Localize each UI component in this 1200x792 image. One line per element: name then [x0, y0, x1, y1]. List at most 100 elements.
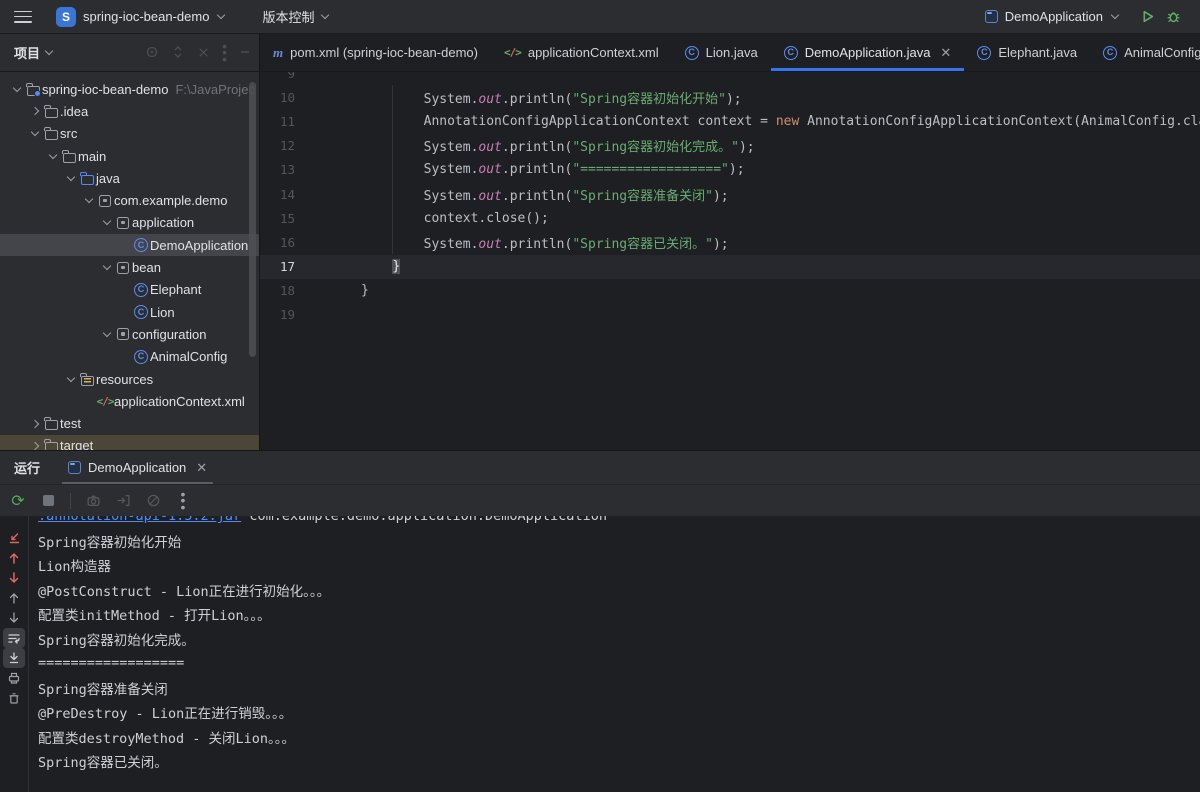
chevron-right-icon[interactable]	[30, 419, 40, 428]
tree-item-Lion[interactable]: C Lion	[0, 301, 259, 323]
chevron-down-icon[interactable]	[66, 172, 76, 182]
attach-debugger-button[interactable]	[111, 489, 135, 513]
chevron-right-icon[interactable]	[30, 441, 40, 450]
tree-item-target[interactable]: target	[0, 434, 259, 450]
chevron-down-icon[interactable]	[102, 261, 112, 271]
tree-item-main[interactable]: main	[0, 145, 259, 167]
code-editor[interactable]: 9 10 System.out.println("Spring容器初始化开始");…	[260, 72, 1200, 450]
console-line-5: 配置类initMethod - 打开Lion。。。	[38, 602, 1200, 627]
chevron-down-icon[interactable]	[84, 194, 94, 204]
chevron-down-icon[interactable]	[102, 217, 112, 226]
thread-dump-button[interactable]	[81, 489, 105, 513]
console-line-10: 配置类destroyMethod - 关闭Lion。。。	[38, 725, 1200, 750]
tab-label: applicationContext.xml	[527, 45, 659, 60]
hide-panel-icon[interactable]	[239, 46, 251, 58]
editor-tab-Elephant.java[interactable]: C Elephant.java	[964, 34, 1090, 71]
code-line-14[interactable]: 14 System.out.println("Spring容器准备关闭");	[260, 182, 1200, 206]
tree-item-spring-ioc-bean-demo[interactable]: spring-ioc-bean-demo F:\JavaProjec	[0, 78, 259, 100]
code-line-18[interactable]: 18}	[260, 279, 1200, 303]
tree-item-DemoApplication[interactable]: C DemoApplication	[0, 234, 259, 257]
code-segment-keyword: new	[775, 113, 800, 129]
line-number: 18	[279, 283, 295, 299]
code-line-9[interactable]: 9	[260, 72, 1200, 85]
tree-path-suffix: F:\JavaProjec	[175, 81, 255, 97]
code-segment: Spring容器准备关闭	[38, 681, 168, 698]
tree-item-com.example.demo[interactable]: com.example.demo	[0, 189, 259, 211]
code-line-12[interactable]: 12 System.out.println("Spring容器初始化完成。");	[260, 134, 1200, 158]
code-text: System.out.println("Spring容器已关闭。");	[361, 233, 729, 252]
code-line-13[interactable]: 13 System.out.println("=================…	[260, 158, 1200, 182]
print-button[interactable]	[3, 668, 25, 688]
tree-item-src[interactable]: src	[0, 123, 259, 145]
close-icon[interactable]: ✕	[196, 460, 207, 476]
collapse-all-icon[interactable]	[197, 46, 210, 59]
line-number: 16	[279, 234, 295, 250]
tree-scrollbar[interactable]	[249, 82, 256, 357]
chevron-down-icon[interactable]	[12, 83, 22, 92]
more-options-button[interactable]: • • •	[171, 487, 195, 514]
prev-error-button[interactable]	[3, 548, 25, 568]
expand-collapse-icon[interactable]	[171, 45, 185, 59]
tree-item-resources[interactable]: resources	[0, 368, 259, 390]
stop-button[interactable]	[36, 489, 60, 513]
line-number: 11	[279, 113, 295, 129]
chevron-right-icon[interactable]	[30, 107, 40, 116]
code-line-17[interactable]: 17 }	[260, 254, 1200, 279]
soft-wrap-button[interactable]	[3, 628, 25, 648]
code-text: }	[361, 283, 369, 298]
tree-label: DemoApplication	[150, 237, 249, 253]
editor-tab-pom.xml-spring-ioc-bean-demo-[interactable]: m pom.xml (spring-ioc-bean-demo)	[260, 34, 491, 71]
chevron-down-icon[interactable]	[102, 328, 112, 338]
close-icon[interactable]: ✕	[940, 45, 951, 61]
clear-console-button[interactable]	[3, 688, 25, 708]
next-error-button[interactable]	[3, 568, 25, 588]
prev-occurrence-button[interactable]	[3, 588, 25, 608]
chevron-down-icon[interactable]	[48, 150, 58, 159]
run-tab[interactable]: DemoApplication ✕	[62, 451, 214, 484]
jump-to-bottom-button[interactable]	[3, 528, 25, 548]
editor-tab-Lion.java[interactable]: C Lion.java	[672, 34, 771, 71]
debug-button[interactable]	[1160, 4, 1186, 30]
tree-item-application[interactable]: application	[0, 212, 259, 234]
panel-options-icon[interactable]: • • •	[222, 39, 227, 66]
run-config-widget[interactable]: DemoApplication	[979, 6, 1124, 27]
code-segment: .println(	[501, 236, 573, 252]
tree-item-bean[interactable]: bean	[0, 256, 259, 278]
code-line-11[interactable]: 11 AnnotationConfigApplicationContext co…	[260, 109, 1200, 133]
editor-tab-DemoApplication.java[interactable]: C DemoApplication.java ✕	[770, 34, 965, 71]
next-occurrence-button[interactable]	[3, 608, 25, 628]
code-line-16[interactable]: 16 System.out.println("Spring容器已关闭。");	[260, 230, 1200, 254]
run-toolbar: ⟳ • • •	[0, 484, 1200, 516]
code-line-10[interactable]: 10 System.out.println("Spring容器初始化开始");	[260, 85, 1200, 109]
project-widget[interactable]: S spring-ioc-bean-demo	[50, 4, 230, 30]
class-icon: C	[134, 282, 148, 297]
tree-item-applicationContext.xml[interactable]: </> applicationContext.xml	[0, 390, 259, 412]
tree-item-AnimalConfig[interactable]: C AnimalConfig	[0, 346, 259, 368]
locate-file-icon[interactable]	[145, 45, 159, 59]
tree-item-.idea[interactable]: .idea	[0, 100, 259, 122]
code-line-15[interactable]: 15 context.close();	[260, 206, 1200, 230]
code-segment-string: "Spring容器初始化完成。"	[572, 140, 739, 156]
scroll-to-end-button[interactable]	[3, 648, 25, 668]
tree-item-Elephant[interactable]: C Elephant	[0, 279, 259, 301]
coverage-button[interactable]	[141, 489, 165, 513]
console-line-11: Spring容器已关闭。	[38, 749, 1200, 774]
main-menu-icon[interactable]	[14, 10, 32, 23]
soft-wrap-icon	[8, 634, 20, 644]
tree-item-java[interactable]: java	[0, 167, 259, 189]
chevron-down-icon[interactable]	[30, 127, 40, 137]
editor-tab-applicationContext.xml[interactable]: </> applicationContext.xml	[491, 34, 672, 71]
chevron-down-icon[interactable]	[66, 373, 76, 382]
stop-icon	[42, 495, 54, 506]
tree-item-configuration[interactable]: configuration	[0, 323, 259, 345]
vcs-widget[interactable]: 版本控制	[256, 4, 334, 29]
folder-icon	[44, 104, 58, 118]
rerun-button[interactable]: ⟳	[6, 489, 30, 513]
project-panel-header: 项目 • • •	[0, 34, 260, 71]
console-link[interactable]: .annotation-api-1.3.2.jar	[38, 516, 241, 524]
code-line-19[interactable]: 19	[260, 303, 1200, 327]
run-button[interactable]	[1134, 4, 1160, 30]
tree-item-test[interactable]: test	[0, 412, 259, 434]
code-segment: ==================	[38, 655, 185, 672]
editor-tab-AnimalConfig.java[interactable]: C AnimalConfig.java	[1090, 34, 1200, 71]
